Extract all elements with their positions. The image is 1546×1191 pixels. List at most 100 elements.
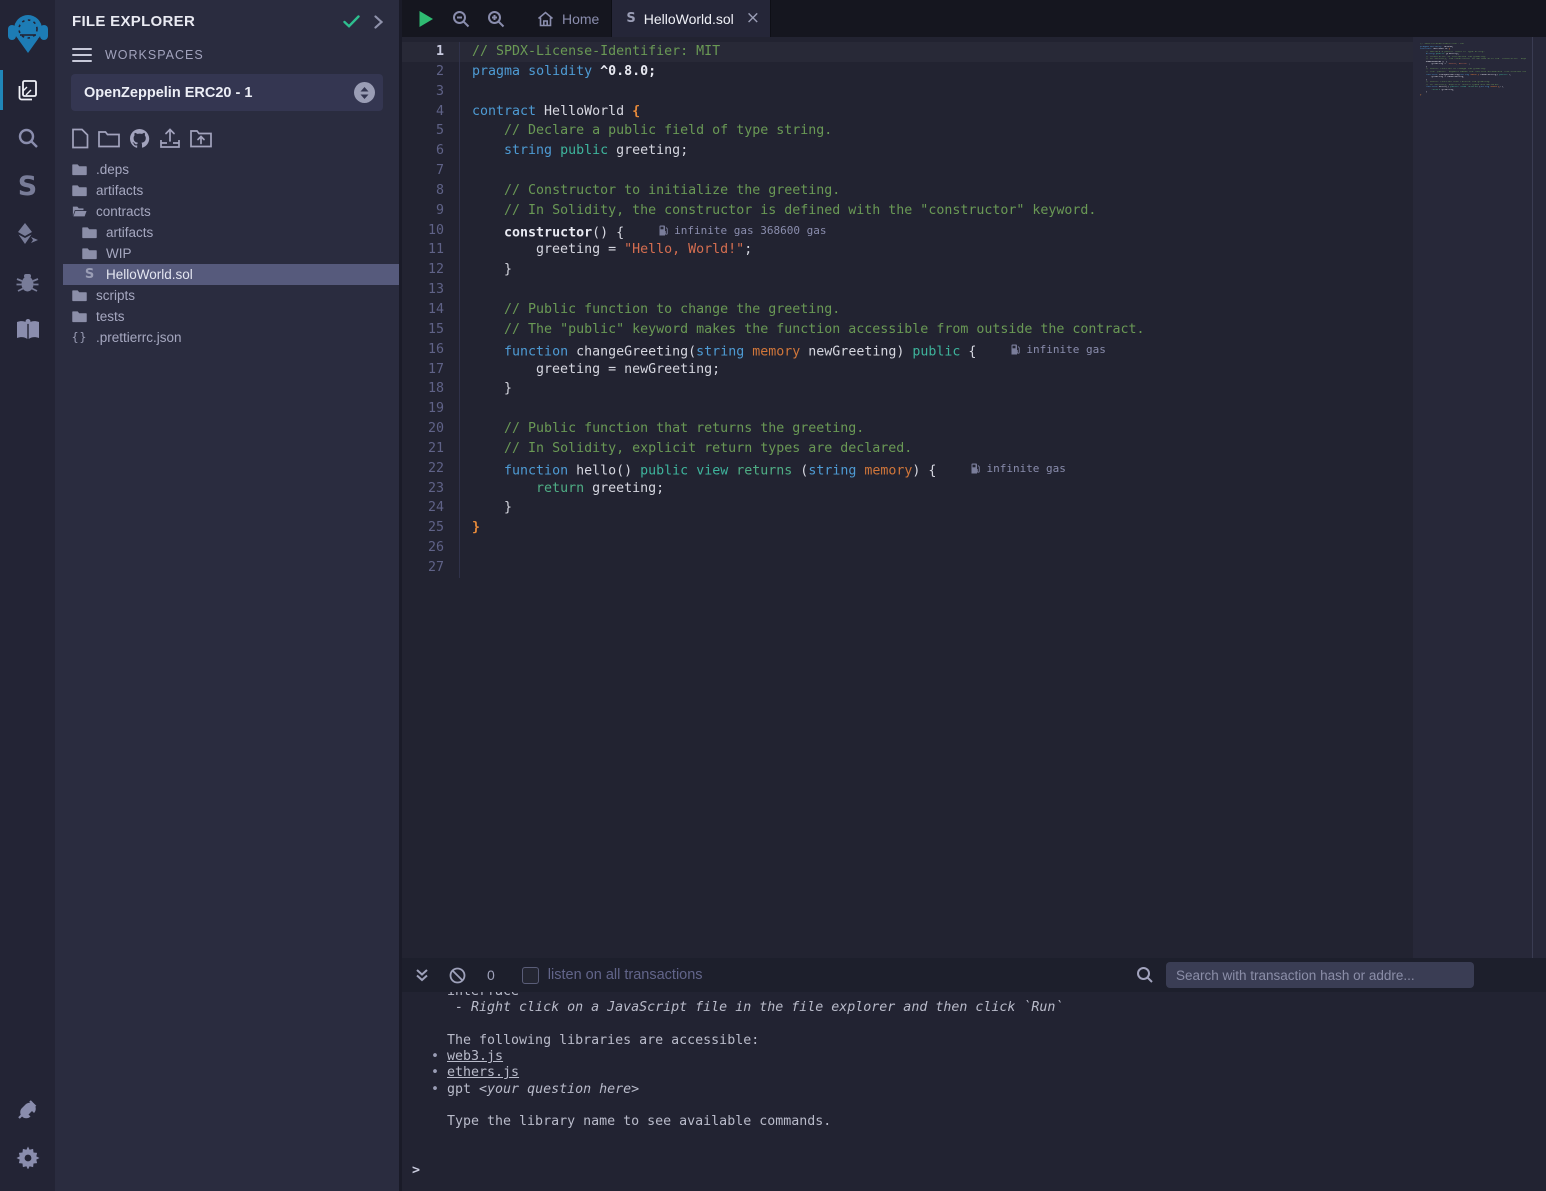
bullet: •: [431, 1049, 439, 1065]
code-line-13[interactable]: 13: [402, 280, 1546, 300]
code-lines: 1// SPDX-License-Identifier: MIT2pragma …: [402, 37, 1546, 578]
sidebar-item-solidity-compiler[interactable]: S: [0, 162, 55, 210]
collapse-terminal-icon[interactable]: [415, 968, 429, 982]
remix-logo-icon[interactable]: [0, 6, 55, 60]
line-number: 15: [402, 320, 459, 340]
line-number: 3: [402, 82, 459, 102]
plugin-manager-icon[interactable]: [0, 1085, 55, 1133]
file-tree: .depsartifactscontractsartifactsWIPSHell…: [55, 159, 399, 348]
code-line-5[interactable]: 5 // Declare a public field of type stri…: [402, 121, 1546, 141]
code-line-7[interactable]: 7: [402, 161, 1546, 181]
terminal-line: [412, 1098, 1536, 1114]
tree-item-artifacts[interactable]: artifacts: [55, 222, 399, 243]
file-explorer-toolbar: [55, 111, 399, 157]
tree-item-contracts[interactable]: contracts: [55, 201, 399, 222]
activity-bar-bottom: [0, 1085, 55, 1191]
workspace-ok-check-icon[interactable]: [343, 15, 360, 28]
code-line-22[interactable]: 22 function hello() public view returns …: [402, 459, 1546, 479]
code-line-1[interactable]: 1// SPDX-License-Identifier: MIT: [402, 42, 1546, 62]
upload-file-icon[interactable]: [159, 128, 181, 149]
line-number: 6: [402, 141, 459, 161]
file-name: .prettierrc.json: [96, 330, 182, 345]
home-icon: [537, 11, 554, 27]
terminal-search-input[interactable]: [1166, 962, 1474, 988]
code-line-18[interactable]: 18 }: [402, 379, 1546, 399]
tree-item--prettierrc-json[interactable]: {}.prettierrc.json: [55, 327, 399, 348]
terminal-output[interactable]: interface - Right click on a JavaScript …: [402, 992, 1546, 1191]
activity-bar: S: [0, 0, 55, 1191]
tree-item-wip[interactable]: WIP: [55, 243, 399, 264]
tree-item-tests[interactable]: tests: [55, 306, 399, 327]
bullet: •: [431, 1082, 439, 1098]
sidebar-item-learneth[interactable]: [0, 306, 55, 354]
workspace-select[interactable]: OpenZeppelin ERC20 - 1: [71, 74, 383, 111]
new-folder-icon[interactable]: [98, 130, 120, 148]
editor-tabbar: Home S HelloWorld.sol ×: [402, 0, 1546, 37]
code-line-25[interactable]: 25}: [402, 518, 1546, 538]
code-line-2[interactable]: 2pragma solidity ^0.8.0;: [402, 62, 1546, 82]
terminal-prompt: >: [412, 1163, 1536, 1179]
tree-item-helloworld-sol[interactable]: SHelloWorld.sol: [63, 264, 399, 285]
minimap-region[interactable]: // SPDX-License-Identifier: MITpragma so…: [1413, 37, 1546, 958]
code-line-27[interactable]: 27: [402, 558, 1546, 578]
code-line-16[interactable]: 16 function changeGreeting(string memory…: [402, 340, 1546, 360]
tree-item-artifacts[interactable]: artifacts: [55, 180, 399, 201]
run-script-button[interactable]: [415, 8, 437, 30]
workspaces-label: WORKSPACES: [105, 48, 204, 62]
code-line-9[interactable]: 9 // In Solidity, the constructor is def…: [402, 201, 1546, 221]
folder-icon: [82, 247, 97, 260]
line-number: 7: [402, 161, 459, 181]
code-line-20[interactable]: 20 // Public function that returns the g…: [402, 419, 1546, 439]
workspace-caret-icon: [354, 82, 375, 103]
zoom-out-icon[interactable]: [450, 8, 472, 30]
code-line-23[interactable]: 23 return greeting;: [402, 479, 1546, 499]
clone-github-icon[interactable]: [129, 128, 150, 149]
tree-item--deps[interactable]: .deps: [55, 159, 399, 180]
terminal-link-ethersjs[interactable]: ethers.js: [447, 1065, 519, 1080]
code-line-24[interactable]: 24 }: [402, 498, 1546, 518]
line-number: 12: [402, 260, 459, 280]
file-name: contracts: [96, 204, 151, 219]
tab-home[interactable]: Home: [525, 0, 611, 37]
sidebar-item-file-explorer[interactable]: [0, 66, 55, 114]
line-number: 4: [402, 102, 459, 122]
code-line-12[interactable]: 12 }: [402, 260, 1546, 280]
terminal-link-web3js[interactable]: web3.js: [447, 1049, 503, 1064]
code-line-15[interactable]: 15 // The "public" keyword makes the fun…: [402, 320, 1546, 340]
code-line-26[interactable]: 26: [402, 538, 1546, 558]
code-line-11[interactable]: 11 greeting = "Hello, World!";: [402, 240, 1546, 260]
tab-helloworld-sol[interactable]: S HelloWorld.sol ×: [611, 0, 771, 37]
panel-title: FILE EXPLORER: [72, 13, 329, 30]
sidebar-item-search[interactable]: [0, 114, 55, 162]
code-line-19[interactable]: 19: [402, 399, 1546, 419]
file-name: artifacts: [96, 183, 143, 198]
file-name: tests: [96, 309, 125, 324]
code-line-21[interactable]: 21 // In Solidity, explicit return types…: [402, 439, 1546, 459]
workspaces-menu-icon[interactable]: [72, 48, 92, 62]
settings-gear-icon[interactable]: [0, 1133, 55, 1181]
terminal-line: The following libraries are accessible:: [412, 1033, 1536, 1049]
code-line-10[interactable]: 10 constructor() {infinite gas 368600 ga…: [402, 221, 1546, 241]
code-line-6[interactable]: 6 string public greeting;: [402, 141, 1546, 161]
new-file-icon[interactable]: [72, 128, 89, 149]
line-number: 18: [402, 379, 459, 399]
sidebar-item-deploy-and-run[interactable]: [0, 210, 55, 258]
terminal: 0 listen on all transactions interface -…: [402, 958, 1546, 1191]
chevron-right-icon[interactable]: [374, 15, 383, 29]
code-editor[interactable]: 1// SPDX-License-Identifier: MIT2pragma …: [402, 37, 1546, 958]
code-line-14[interactable]: 14 // Public function to change the gree…: [402, 300, 1546, 320]
line-number: 21: [402, 439, 459, 459]
upload-folder-icon[interactable]: [190, 129, 212, 148]
line-number: 10: [402, 221, 459, 241]
minimap: // SPDX-License-Identifier: MITpragma so…: [1413, 37, 1546, 96]
code-line-8[interactable]: 8 // Constructor to initialize the greet…: [402, 181, 1546, 201]
tree-item-scripts[interactable]: scripts: [55, 285, 399, 306]
code-line-17[interactable]: 17 greeting = newGreeting;: [402, 360, 1546, 380]
code-line-3[interactable]: 3: [402, 82, 1546, 102]
clear-console-icon[interactable]: [449, 967, 466, 984]
sidebar-item-debugger[interactable]: [0, 258, 55, 306]
zoom-in-icon[interactable]: [485, 8, 507, 30]
code-line-4[interactable]: 4contract HelloWorld {: [402, 102, 1546, 122]
listen-transactions-checkbox[interactable]: [522, 967, 539, 984]
close-tab-icon[interactable]: ×: [746, 10, 760, 27]
